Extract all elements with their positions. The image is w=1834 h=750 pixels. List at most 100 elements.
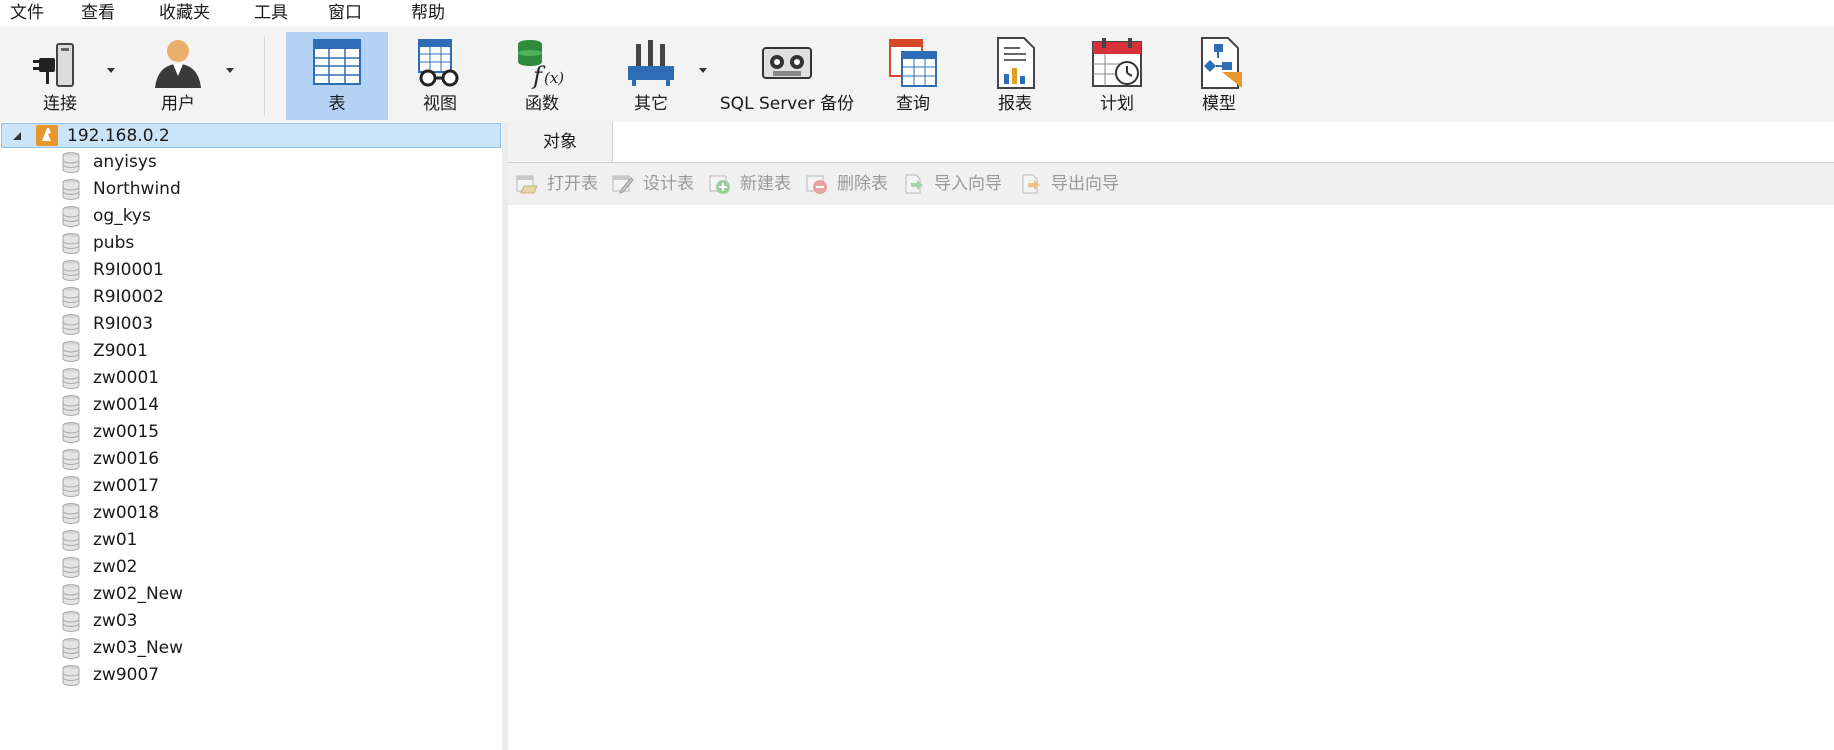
database-node[interactable]: Northwind [0,176,490,203]
tab-objects[interactable]: 对象 [508,122,613,162]
connect-button[interactable]: 连接 [18,32,102,116]
view-label: 视图 [423,94,457,114]
new-table-button[interactable]: 新建表 [709,173,794,195]
delete-table-label: 删除表 [837,174,888,194]
user-button[interactable]: 用户 [136,32,220,116]
query-label: 查询 [896,94,930,114]
database-icon [62,395,80,416]
database-label: zw01 [93,530,138,550]
import-wizard-button[interactable]: 导入向导 [903,173,1008,195]
open-table-icon [516,175,538,194]
menu-view[interactable]: 查看 [81,2,115,24]
report-icon [997,37,1035,89]
other-dropdown-icon[interactable] [699,68,707,73]
user-label: 用户 [161,94,195,114]
design-table-button[interactable]: 设计表 [612,173,697,195]
database-icon [62,206,80,227]
database-list: anyisys Northwind og_kyspubs R9I0001 R9I0002… [0,149,490,689]
database-label: pubs [93,233,135,253]
database-node[interactable]: zw0001 [0,365,490,392]
svg-text:(x): (x) [544,69,564,87]
database-label: Northwind [93,179,181,199]
schedule-button[interactable]: 计划 [1074,32,1160,116]
user-icon [155,40,201,88]
user-dropdown-icon[interactable] [226,68,234,73]
database-node[interactable]: anyisys [0,149,490,176]
database-node[interactable]: R9I0001 [0,257,490,284]
database-icon [62,233,80,254]
database-icon [62,530,80,551]
database-node[interactable]: zw01 [0,527,490,554]
function-label: 函数 [525,94,559,114]
database-label: zw0017 [93,476,160,496]
database-node[interactable]: zw0017 [0,473,490,500]
function-button[interactable]: f (x) 函数 [499,32,585,116]
other-tools-icon [628,40,674,86]
server-node[interactable]: 192.168.0.2 [1,123,501,148]
view-button[interactable]: 视图 [397,32,483,116]
report-button[interactable]: 报表 [972,32,1058,116]
database-label: R9I0002 [93,287,164,307]
database-label: R9I0001 [93,260,164,280]
open-table-button[interactable]: 打开表 [516,173,601,195]
database-node[interactable]: zw0015 [0,419,490,446]
database-node[interactable]: zw0018 [0,500,490,527]
query-icon [889,39,937,87]
connect-dropdown-icon[interactable] [107,68,115,73]
menu-favorites[interactable]: 收藏夹 [159,2,210,24]
backup-label: SQL Server 备份 [719,94,855,114]
object-toolbar: 打开表 设计表 新建表 删除表 导入向导 导出向导 [508,163,1834,205]
database-icon [62,449,80,470]
menu-help[interactable]: 帮助 [411,2,445,24]
menu-window[interactable]: 窗口 [328,2,362,24]
database-node[interactable]: og_kys [0,203,490,230]
menu-file[interactable]: 文件 [10,2,44,24]
database-node[interactable]: zw02 [0,554,490,581]
table-icon [313,39,361,85]
export-icon [1022,174,1040,194]
design-table-label: 设计表 [643,174,694,194]
tab-bar: 对象 [508,122,1834,163]
database-icon [62,611,80,632]
menu-tools[interactable]: 工具 [254,2,288,24]
calendar-clock-icon [1092,38,1142,87]
database-node[interactable]: Z9001 [0,338,490,365]
table-button[interactable]: 表 [286,32,388,120]
import-wizard-label: 导入向导 [934,174,1002,194]
delete-table-icon [806,175,827,194]
database-node[interactable]: zw0014 [0,392,490,419]
view-glasses-icon [418,39,459,87]
query-button[interactable]: 查询 [870,32,956,116]
schedule-label: 计划 [1100,94,1134,114]
database-label: Z9001 [93,341,148,361]
database-node[interactable]: zw0016 [0,446,490,473]
database-node[interactable]: zw03_New [0,635,490,662]
database-node[interactable]: R9I003 [0,311,490,338]
database-label: zw03 [93,611,138,631]
function-fx-icon: f (x) [518,40,564,90]
connect-label: 连接 [43,94,77,114]
export-wizard-button[interactable]: 导出向导 [1020,173,1125,195]
database-icon [62,179,80,200]
database-node[interactable]: R9I0002 [0,284,490,311]
backup-button[interactable]: SQL Server 备份 [714,32,860,116]
database-label: zw0015 [93,422,160,442]
database-label: R9I003 [93,314,154,334]
model-button[interactable]: 模型 [1176,32,1262,116]
database-label: zw02_New [93,584,184,604]
database-node[interactable]: zw03 [0,608,490,635]
database-node[interactable]: pubs [0,230,490,257]
model-label: 模型 [1202,94,1236,114]
other-button[interactable]: 其它 [608,32,694,116]
database-icon [62,341,80,362]
import-icon [905,174,923,194]
report-label: 报表 [998,94,1032,114]
toolbar-separator [264,36,265,116]
object-list-area[interactable] [508,205,1834,750]
export-wizard-label: 导出向导 [1051,174,1119,194]
database-icon [62,287,80,308]
database-label: zw02 [93,557,138,577]
delete-table-button[interactable]: 删除表 [806,173,891,195]
database-node[interactable]: zw9007 [0,662,490,689]
database-node[interactable]: zw02_New [0,581,490,608]
